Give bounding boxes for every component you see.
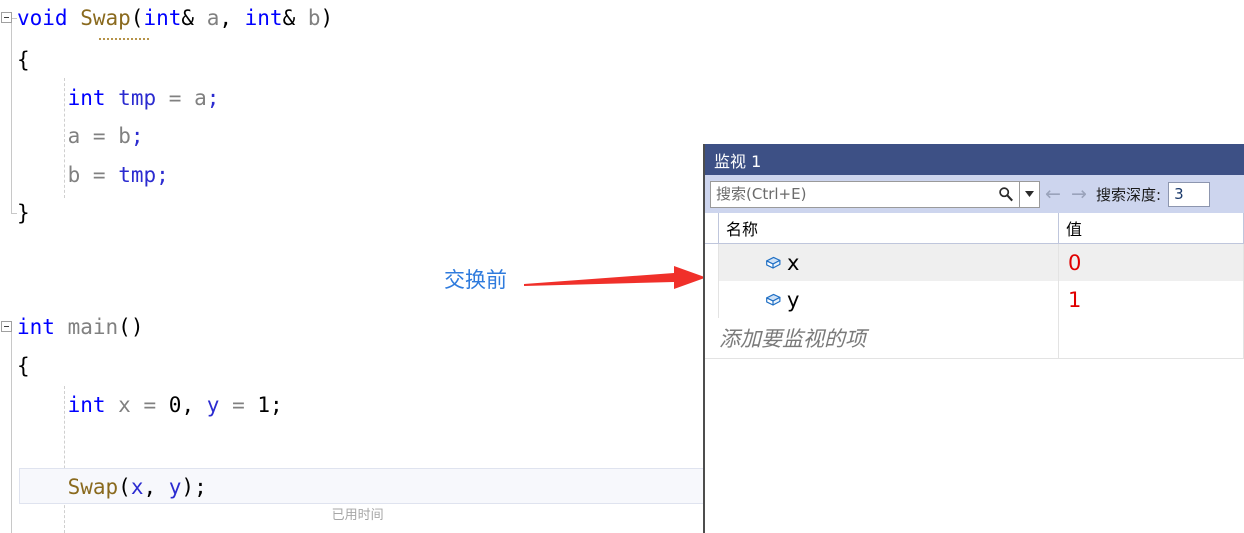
annotation-label: 交换前 xyxy=(444,268,507,292)
code-gutter-line-swap xyxy=(11,18,12,214)
watch-variable-name: y xyxy=(787,287,800,312)
watch-row-gutter xyxy=(705,281,719,318)
watch-cell-value[interactable]: 1 xyxy=(1059,281,1244,318)
watch-row[interactable]: x0 xyxy=(705,244,1244,281)
watch-add-item-cell[interactable]: 添加要监视的项 xyxy=(705,318,1059,358)
watch-rows-container: x 0 y 1 添加要监视的项 xyxy=(705,244,1244,533)
watch-variable-value: 0 xyxy=(1068,250,1082,275)
search-options-dropdown-icon[interactable] xyxy=(1019,181,1039,207)
watch-title: 监视 1 xyxy=(714,151,762,171)
search-depth-label: 搜索深度: xyxy=(1096,185,1162,204)
red-arrow-annotation xyxy=(524,266,706,289)
inline-elapsed-time-hint: 已用时间 <= 1ms xyxy=(281,481,384,533)
code-line-l3: int tmp = a; xyxy=(67,86,220,110)
search-icon[interactable] xyxy=(993,186,1019,202)
intellisense-squiggle-icon xyxy=(99,38,151,41)
header-gutter-spacer xyxy=(705,213,719,243)
code-line-l10: Swap(x, y); xyxy=(67,475,207,499)
collapse-toggle-main[interactable] xyxy=(1,321,12,332)
code-gutter-line-main xyxy=(11,330,12,533)
watch-add-item-value-cell xyxy=(1059,318,1244,358)
inline-hint-label: 已用时间 xyxy=(331,507,384,522)
watch-toolbar: ← → 搜索深度: xyxy=(705,175,1244,213)
code-line-l4: a = b; xyxy=(67,124,144,148)
search-depth-input[interactable] xyxy=(1168,181,1211,207)
search-input[interactable] xyxy=(711,181,993,207)
watch-cell-value[interactable]: 0 xyxy=(1059,244,1244,281)
code-line-l2: { xyxy=(17,48,30,72)
watch-column-headers: 名称 值 xyxy=(705,213,1244,244)
collapse-toggle-swap[interactable] xyxy=(1,12,12,23)
column-header-name[interactable]: 名称 xyxy=(719,213,1059,243)
field-icon xyxy=(763,253,782,272)
search-box[interactable] xyxy=(710,180,1040,208)
code-line-l6: } xyxy=(17,201,30,225)
watch-add-item-placeholder: 添加要监视的项 xyxy=(719,327,866,351)
watch-variable-name: x xyxy=(787,250,800,275)
watch-titlebar[interactable]: 监视 1 xyxy=(705,144,1244,175)
column-header-value[interactable]: 值 xyxy=(1059,213,1244,243)
watch-window: 监视 1 ← → 搜索深度: 名称 值 x0y1添加要监视的项 xyxy=(705,144,1244,533)
field-icon xyxy=(763,290,782,309)
search-next-button[interactable]: → xyxy=(1066,184,1092,204)
watch-row[interactable]: y1 xyxy=(705,281,1244,318)
watch-variable-value: 1 xyxy=(1068,287,1082,312)
watch-cell-name[interactable]: y xyxy=(719,281,1059,318)
code-line-l5: b = tmp; xyxy=(67,163,169,187)
code-line-l8: { xyxy=(17,354,30,378)
watch-row-gutter xyxy=(705,244,719,281)
watch-cell-name[interactable]: x xyxy=(719,244,1059,281)
watch-add-item-row[interactable]: 添加要监视的项 xyxy=(705,318,1244,359)
code-line-l9: int x = 0, y = 1; xyxy=(67,393,283,417)
code-line-l1: void Swap(int& a, int& b) xyxy=(17,6,334,30)
code-line-l7: int main() xyxy=(17,315,144,339)
search-prev-button[interactable]: ← xyxy=(1040,184,1066,204)
